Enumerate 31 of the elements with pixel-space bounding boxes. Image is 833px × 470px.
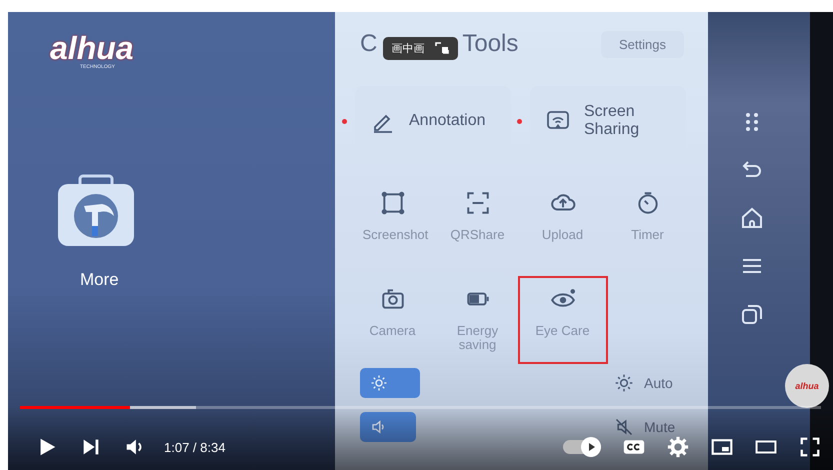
tool-button[interactable]: Eye Care bbox=[518, 276, 608, 364]
tool-button[interactable]: Upload bbox=[520, 180, 605, 268]
tooltip: 画中画 bbox=[383, 36, 458, 60]
tool-button[interactable]: Energy saving bbox=[435, 276, 520, 364]
toolbox-icon[interactable] bbox=[56, 174, 136, 248]
fullscreen-icon[interactable] bbox=[799, 436, 821, 458]
progress-track[interactable] bbox=[20, 406, 821, 409]
tool-button[interactable]: Camera bbox=[350, 276, 435, 364]
mute-icon bbox=[614, 417, 634, 437]
panel-title: C bbox=[360, 30, 378, 58]
pip-icon bbox=[434, 41, 450, 55]
tool-button[interactable]: QRShare bbox=[435, 180, 520, 268]
home-icon[interactable] bbox=[740, 206, 764, 230]
recent-apps-icon[interactable] bbox=[740, 302, 764, 326]
miniplayer-icon[interactable] bbox=[711, 436, 733, 458]
slider-fill[interactable] bbox=[360, 368, 420, 398]
tool-button[interactable]: Screenshot bbox=[350, 180, 435, 268]
panel-title: Tools bbox=[462, 30, 518, 58]
scan-icon bbox=[464, 190, 490, 216]
slider-fill[interactable] bbox=[360, 412, 416, 442]
option-button[interactable]: Mute bbox=[608, 416, 682, 438]
screenshot-icon bbox=[380, 190, 406, 216]
settings-button[interactable]: Settings bbox=[601, 30, 684, 58]
autoplay-toggle[interactable] bbox=[563, 440, 601, 454]
time-display: 1:07 / 8:34 bbox=[164, 440, 226, 454]
brightness-icon bbox=[370, 374, 388, 392]
tool-button[interactable]: Timer bbox=[605, 180, 690, 268]
app-label: More bbox=[80, 270, 119, 290]
brightness-icon bbox=[614, 373, 634, 393]
settings-icon[interactable] bbox=[667, 436, 689, 458]
option-button[interactable]: Auto bbox=[608, 372, 679, 394]
